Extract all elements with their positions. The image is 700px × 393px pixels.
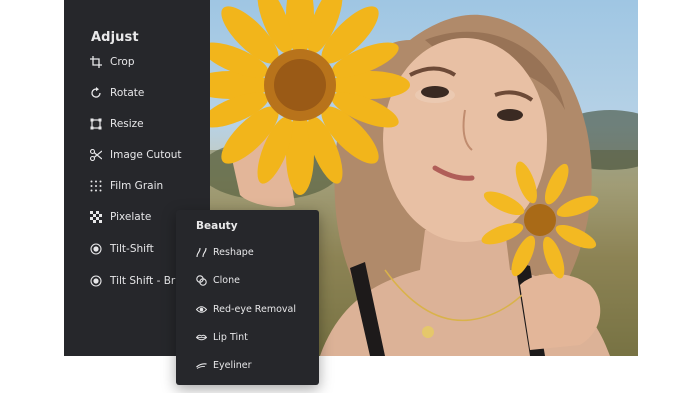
menu-item-label: Eyeliner <box>213 359 252 371</box>
menu-item-label: Rotate <box>110 87 145 99</box>
reshape-icon <box>196 247 207 258</box>
menu-item-film-grain[interactable]: Film Grain <box>90 177 163 195</box>
eyeliner-icon <box>196 360 207 371</box>
menu-item-label: Red-eye Removal <box>213 303 296 315</box>
tilt-shift-icon <box>90 243 102 255</box>
adjust-panel-title: Adjust <box>91 30 139 45</box>
menu-item-crop[interactable]: Crop <box>90 53 135 71</box>
menu-item-lip-tint[interactable]: Lip Tint <box>196 329 248 345</box>
menu-item-label: Clone <box>213 274 240 286</box>
menu-item-eyeliner[interactable]: Eyeliner <box>196 357 252 373</box>
menu-item-label: Resize <box>110 118 144 130</box>
menu-item-label: Crop <box>110 56 135 68</box>
scissors-icon <box>90 149 102 161</box>
menu-item-label: Film Grain <box>110 180 164 192</box>
menu-item-label: Pixelate <box>110 211 152 223</box>
menu-item-label: Lip Tint <box>213 331 248 343</box>
menu-item-red-eye-removal[interactable]: Red-eye Removal <box>196 301 296 317</box>
menu-item-label: Tilt-Shift <box>110 243 154 255</box>
beauty-panel: Beauty Reshape Clone Red-eye Removal Lip… <box>176 210 319 385</box>
crop-icon <box>90 56 102 68</box>
lips-icon <box>196 332 207 343</box>
menu-item-image-cutout[interactable]: Image Cutout <box>90 146 182 164</box>
menu-item-reshape[interactable]: Reshape <box>196 244 254 260</box>
tilt-shift-brush-icon <box>90 275 102 287</box>
eye-icon <box>196 304 207 315</box>
menu-item-tilt-shift[interactable]: Tilt-Shift <box>90 240 154 258</box>
menu-item-resize[interactable]: Resize <box>90 115 144 133</box>
menu-item-rotate[interactable]: Rotate <box>90 84 144 102</box>
menu-item-label: Image Cutout <box>110 149 182 161</box>
pixelate-icon <box>90 211 102 223</box>
film-grain-icon <box>90 180 102 192</box>
resize-icon <box>90 118 102 130</box>
rotate-icon <box>90 87 102 99</box>
clone-icon <box>196 274 207 286</box>
menu-item-clone[interactable]: Clone <box>196 272 240 288</box>
beauty-panel-title: Beauty <box>196 220 238 232</box>
menu-item-pixelate[interactable]: Pixelate <box>90 208 151 226</box>
menu-item-label: Reshape <box>213 246 254 258</box>
